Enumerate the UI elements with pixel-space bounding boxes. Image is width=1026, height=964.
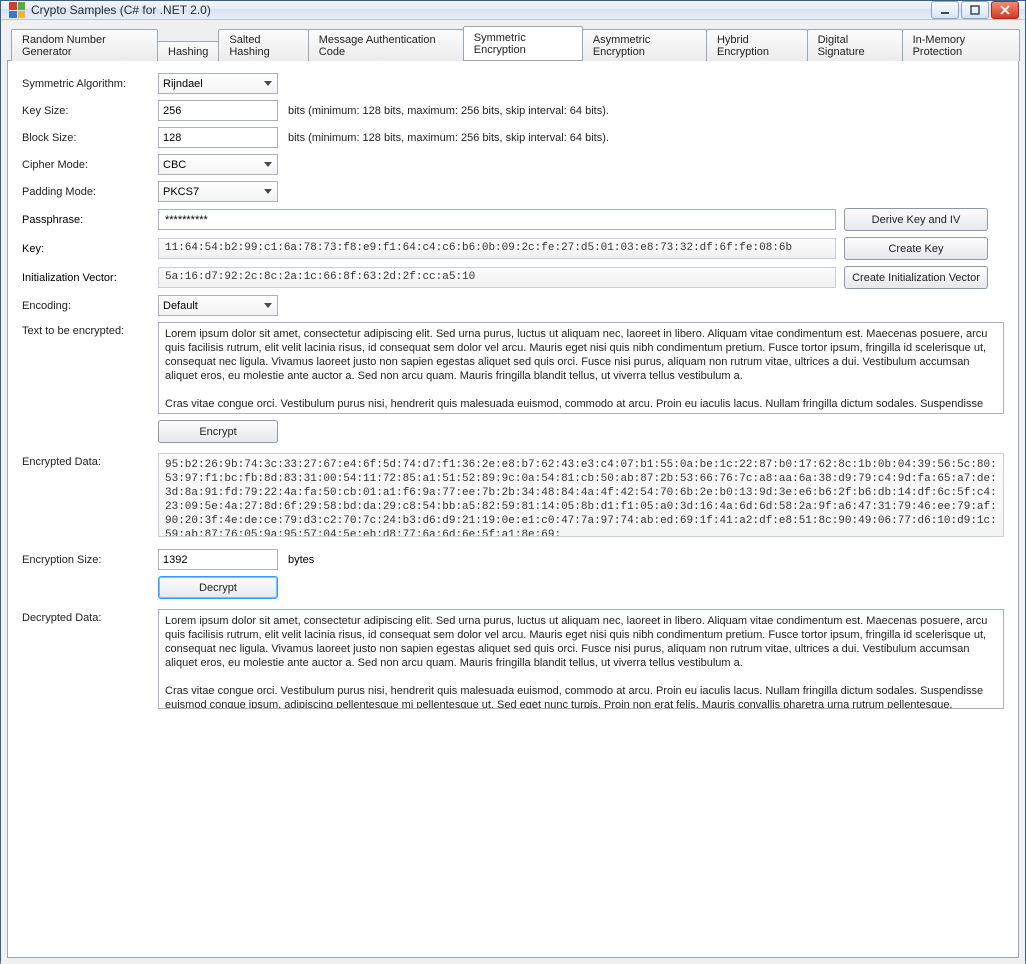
label-encryption-size: Encryption Size:	[22, 554, 158, 566]
symmetric-algorithm-select[interactable]	[158, 73, 278, 94]
text-to-encrypt-textarea[interactable]	[158, 322, 1004, 414]
label-key: Key:	[22, 243, 158, 255]
label-symmetric-algorithm: Symmetric Algorithm:	[22, 78, 158, 90]
app-window: Crypto Samples (C# for .NET 2.0) Random …	[0, 0, 1026, 961]
encryption-size-unit: bytes	[288, 554, 314, 566]
tab-mac[interactable]: Message Authentication Code	[308, 29, 464, 61]
label-encoding: Encoding:	[22, 300, 158, 312]
iv-output: 5a:16:d7:92:2c:8c:2a:1c:66:8f:63:2d:2f:c…	[158, 267, 836, 288]
app-icon	[9, 2, 25, 18]
encrypted-data-output[interactable]	[158, 453, 1004, 537]
minimize-icon	[940, 5, 950, 15]
maximize-button[interactable]	[961, 1, 989, 19]
maximize-icon	[970, 5, 980, 15]
tab-symmetric-encryption[interactable]: Symmetric Encryption	[463, 26, 583, 60]
client-area: Random Number Generator Hashing Salted H…	[1, 20, 1025, 964]
window-title: Crypto Samples (C# for .NET 2.0)	[31, 3, 931, 17]
close-icon	[1000, 5, 1010, 15]
derive-key-iv-button[interactable]: Derive Key and IV	[844, 208, 988, 231]
tab-strip: Random Number Generator Hashing Salted H…	[7, 26, 1019, 60]
label-cipher-mode: Cipher Mode:	[22, 159, 158, 171]
close-button[interactable]	[991, 1, 1019, 19]
label-encrypted-data: Encrypted Data:	[22, 453, 158, 468]
label-block-size: Block Size:	[22, 132, 158, 144]
encryption-size-input[interactable]	[158, 549, 278, 570]
cipher-mode-select[interactable]	[158, 154, 278, 175]
label-padding-mode: Padding Mode:	[22, 186, 158, 198]
create-iv-button[interactable]: Create Initialization Vector	[844, 266, 988, 289]
tab-in-memory-protection[interactable]: In-Memory Protection	[902, 29, 1020, 61]
encrypt-button[interactable]: Encrypt	[158, 420, 278, 443]
tab-salted-hashing[interactable]: Salted Hashing	[218, 29, 308, 61]
key-size-input[interactable]	[158, 100, 278, 121]
key-size-hint: bits (minimum: 128 bits, maximum: 256 bi…	[288, 105, 609, 117]
tab-panel-symmetric-encryption: Symmetric Algorithm: Key Size: bits (min…	[7, 60, 1019, 958]
minimize-button[interactable]	[931, 1, 959, 19]
block-size-hint: bits (minimum: 128 bits, maximum: 256 bi…	[288, 132, 609, 144]
titlebar: Crypto Samples (C# for .NET 2.0)	[1, 1, 1025, 20]
label-passphrase: Passphrase:	[22, 214, 158, 226]
label-text-to-encrypt: Text to be encrypted:	[22, 322, 158, 337]
passphrase-input[interactable]	[158, 209, 836, 230]
encoding-select[interactable]	[158, 295, 278, 316]
label-key-size: Key Size:	[22, 105, 158, 117]
label-iv: Initialization Vector:	[22, 272, 158, 284]
create-key-button[interactable]: Create Key	[844, 237, 988, 260]
padding-mode-select[interactable]	[158, 181, 278, 202]
label-decrypted-data: Decrypted Data:	[22, 609, 158, 624]
tab-asymmetric-encryption[interactable]: Asymmetric Encryption	[582, 29, 707, 61]
window-buttons	[931, 1, 1019, 19]
key-output: 11:64:54:b2:99:c1:6a:78:73:f8:e9:f1:64:c…	[158, 238, 836, 259]
tab-random-number-generator[interactable]: Random Number Generator	[11, 29, 158, 61]
decrypted-data-output[interactable]	[158, 609, 1004, 709]
tab-hashing[interactable]: Hashing	[157, 41, 219, 61]
tab-hybrid-encryption[interactable]: Hybrid Encryption	[706, 29, 808, 61]
decrypt-button[interactable]: Decrypt	[158, 576, 278, 599]
block-size-input[interactable]	[158, 127, 278, 148]
tab-digital-signature[interactable]: Digital Signature	[807, 29, 903, 61]
